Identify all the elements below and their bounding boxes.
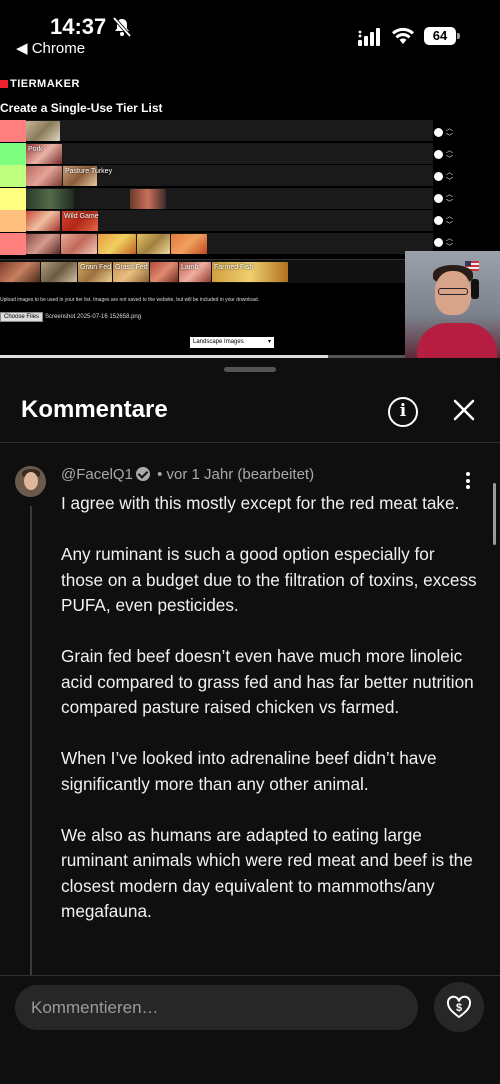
battery-icon: 64 <box>424 27 460 45</box>
thread-line <box>30 506 32 978</box>
upload-instructions: Upload images to be used in your tier li… <box>0 297 260 303</box>
food-image[interactable]: Grass Fed Beef <box>113 262 164 282</box>
tier-label <box>0 232 26 255</box>
reorder-arrows-icon[interactable]: ︿ ﹀ <box>446 212 453 230</box>
status-bar: 14:37 ◀ Chrome 64 <box>0 0 500 75</box>
tier-label <box>0 165 26 187</box>
food-image <box>26 121 60 141</box>
tier-row: Wild Game <box>0 210 433 232</box>
bell-slash-icon <box>113 17 131 37</box>
food-image[interactable] <box>150 262 178 282</box>
info-icon[interactable]: i <box>388 397 418 427</box>
food-image <box>61 233 97 254</box>
avatar[interactable] <box>15 466 46 497</box>
food-image[interactable] <box>41 262 77 282</box>
tier-label <box>0 142 26 165</box>
food-image <box>130 188 166 209</box>
comment-paragraph: Grain fed beef doesn’t even have much mo… <box>61 646 474 717</box>
tier-row <box>0 187 433 210</box>
gear-icon[interactable] <box>434 150 443 159</box>
divider <box>0 442 500 443</box>
comments-panel: Kommentare i @FacelQ1 • vor 1 Jahr (bear… <box>0 358 500 1084</box>
comment-paragraph: When I’ve looked into adrenaline beef di… <box>61 748 437 794</box>
food-image[interactable]: Grain Fed Beef <box>78 262 127 282</box>
webcam-overlay <box>405 251 500 358</box>
more-options-icon[interactable] <box>462 472 474 492</box>
tier-row <box>0 232 433 255</box>
tier-controls[interactable]: ︿ ﹀ <box>434 211 454 233</box>
wifi-icon <box>392 27 414 44</box>
tier-row <box>0 120 433 142</box>
tier-label <box>0 187 26 210</box>
tier-controls[interactable]: ︿ ﹀ <box>434 123 454 145</box>
super-thanks-button[interactable]: $ <box>434 982 484 1032</box>
reorder-arrows-icon[interactable]: ︿ ﹀ <box>446 168 453 186</box>
comment-paragraph: We also as humans are adapted to eating … <box>61 824 473 922</box>
food-image <box>137 233 170 254</box>
svg-text:$: $ <box>456 1002 462 1014</box>
reorder-arrows-icon[interactable]: ︿ ﹀ <box>446 124 453 142</box>
food-image[interactable] <box>0 262 40 282</box>
food-image <box>26 211 60 231</box>
file-name: Screenshot 2025-07-16 152658.png <box>45 314 142 320</box>
food-image <box>26 233 60 254</box>
tier-label <box>0 210 26 232</box>
tier-controls[interactable]: ︿ ﹀ <box>434 167 454 189</box>
tierlist-heading: Create a Single-Use Tier List <box>0 101 163 115</box>
comment-compose-bar: Kommentieren… $ <box>0 975 500 1084</box>
food-image <box>171 233 207 254</box>
file-upload-row: Choose Files Screenshot 2025-07-16 152658… <box>0 312 141 324</box>
close-icon[interactable] <box>452 398 476 422</box>
comment-author[interactable]: @FacelQ1 <box>61 466 133 483</box>
tiermaker-logo: TIERMAKER <box>0 78 80 90</box>
video-player[interactable]: TIERMAKER Create a Single-Use Tier List … <box>0 75 500 358</box>
choose-files-button[interactable]: Choose Files <box>0 312 44 322</box>
tier-table: Pork Pasture Turkey Wild Game <box>0 120 433 255</box>
comment-timestamp: • vor 1 Jahr (bearbeitet) <box>157 466 315 483</box>
comment-meta: @FacelQ1 • vor 1 Jahr (bearbeitet) <box>61 466 314 483</box>
food-image: Wild Game <box>62 211 99 231</box>
food-image <box>26 166 62 186</box>
tier-label <box>0 120 26 142</box>
comment-input[interactable]: Kommentieren… <box>15 985 418 1030</box>
food-image[interactable]: Farmed Fish <box>212 262 288 282</box>
image-pool: Grain Fed Beef Grass Fed Beef Lamb Farme… <box>0 259 405 283</box>
food-image[interactable]: Lamb <box>179 262 211 282</box>
reorder-arrows-icon[interactable]: ︿ ﹀ <box>446 234 453 252</box>
scrollbar[interactable] <box>493 483 496 545</box>
comment-body: I agree with this mostly except for the … <box>61 491 481 950</box>
tier-row: Pork <box>0 142 433 165</box>
food-image: Pork <box>26 143 62 164</box>
back-to-chrome-link[interactable]: ◀ Chrome <box>16 39 85 57</box>
food-image <box>26 188 74 209</box>
gear-icon[interactable] <box>434 194 443 203</box>
heart-dollar-icon: $ <box>446 995 472 1019</box>
tier-controls[interactable]: ︿ ﹀ <box>434 189 454 211</box>
food-image <box>98 233 136 254</box>
tier-controls[interactable]: ︿ ﹀ <box>434 145 454 167</box>
tier-row: Pasture Turkey <box>0 165 433 187</box>
gear-icon[interactable] <box>434 172 443 181</box>
gear-icon[interactable] <box>434 238 443 247</box>
comment-item: @FacelQ1 • vor 1 Jahr (bearbeitet) I agr… <box>0 458 500 978</box>
reorder-arrows-icon[interactable]: ︿ ﹀ <box>446 146 453 164</box>
signal-icon <box>358 28 380 46</box>
gear-icon[interactable] <box>434 128 443 137</box>
verified-check-icon <box>135 467 150 481</box>
food-image: Pasture Turkey <box>63 166 112 186</box>
comment-paragraph: Any ruminant is such a good option espec… <box>61 544 477 615</box>
clock: 14:37 <box>50 14 107 39</box>
gear-icon[interactable] <box>434 216 443 225</box>
image-type-select[interactable]: Landscape Images <box>190 337 274 348</box>
comment-paragraph: I agree with this mostly except for the … <box>61 493 460 513</box>
reorder-arrows-icon[interactable]: ︿ ﹀ <box>446 190 453 208</box>
drag-handle[interactable] <box>224 367 276 372</box>
panel-title: Kommentare <box>21 396 168 423</box>
